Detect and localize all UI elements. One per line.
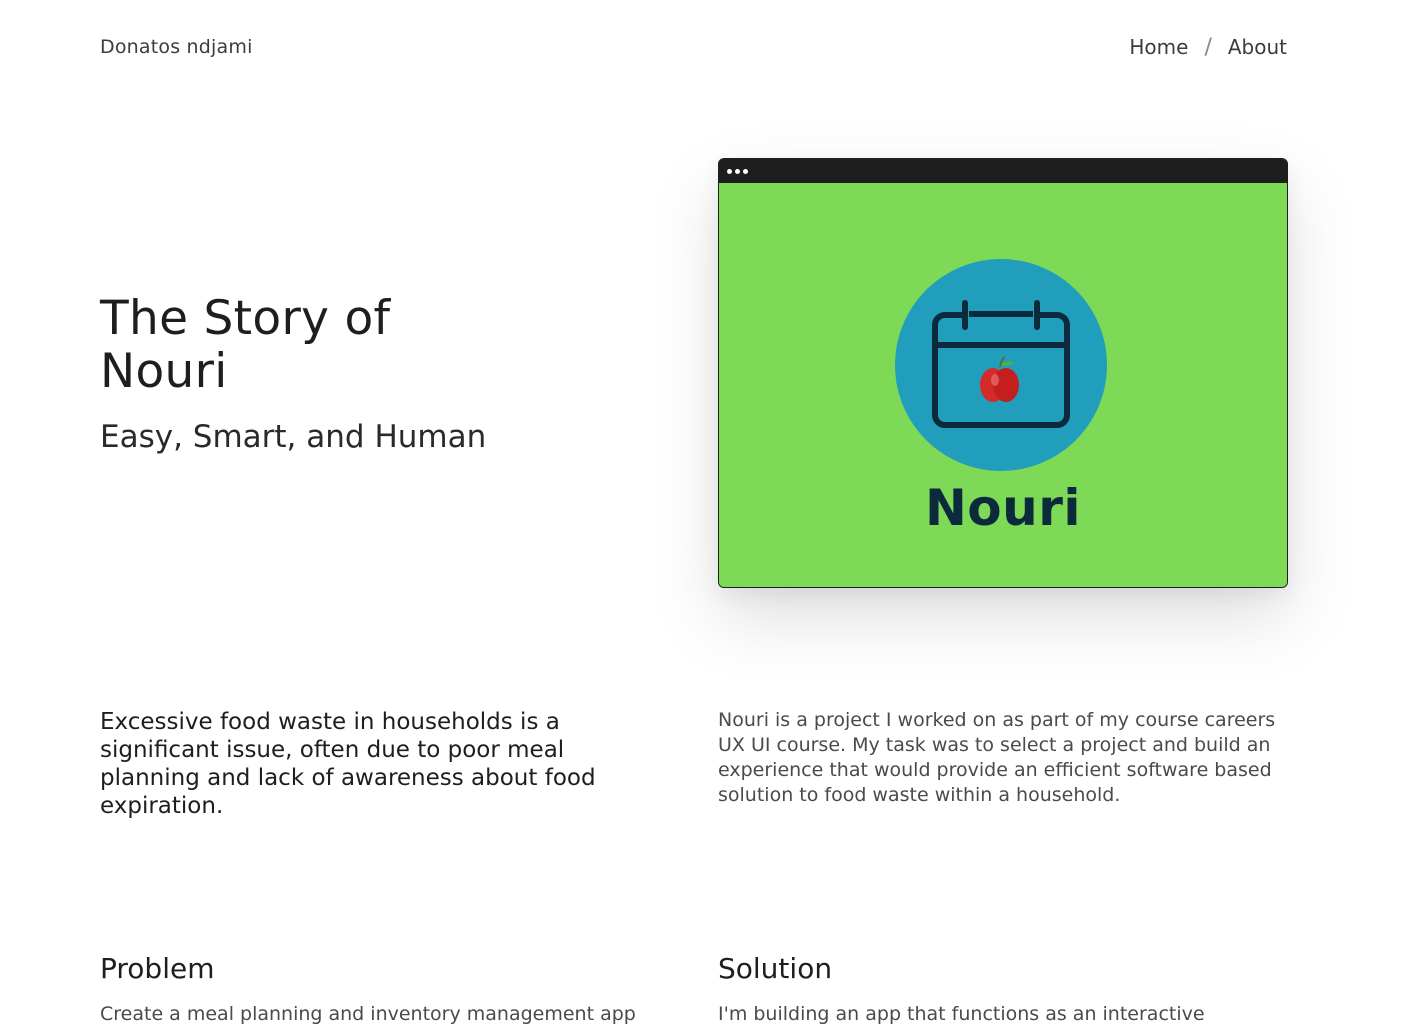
solution-body: I'm building an app that functions as an… bbox=[718, 1003, 1205, 1025]
nav-home-link[interactable]: Home bbox=[1129, 35, 1188, 59]
solution-heading: Solution bbox=[718, 952, 833, 985]
browser-dot-icon bbox=[727, 168, 732, 174]
browser-dot-icon bbox=[743, 168, 748, 174]
hero-image-browser-frame: Nouri bbox=[718, 158, 1288, 588]
page-title-line-2: Nouri bbox=[100, 344, 228, 399]
problem-heading: Problem bbox=[100, 952, 215, 985]
problem-body: Create a meal planning and inventory man… bbox=[100, 1003, 636, 1025]
calendar-apple-icon bbox=[932, 300, 1070, 428]
brand-link[interactable]: Donatos ndjami bbox=[100, 36, 253, 58]
intro-description: Nouri is a project I worked on as part o… bbox=[718, 709, 1276, 806]
nav-about-link[interactable]: About bbox=[1228, 35, 1287, 59]
page-title-line-1: The Story of bbox=[100, 291, 391, 346]
nouri-logo-image: Nouri bbox=[719, 183, 1287, 587]
browser-dot-icon bbox=[735, 168, 740, 174]
hero-text: The Story of Nouri Easy, Smart, and Huma… bbox=[100, 292, 620, 456]
nav-separator: / bbox=[1204, 34, 1212, 60]
browser-title-bar bbox=[719, 159, 1287, 183]
logo-circle bbox=[895, 259, 1107, 471]
page-subtitle: Easy, Smart, and Human bbox=[100, 419, 487, 455]
main-nav: Home / About bbox=[1129, 35, 1287, 60]
logo-wordmark: Nouri bbox=[924, 479, 1082, 537]
site-header: Donatos ndjami Home / About bbox=[100, 33, 1287, 61]
page-title: The Story of Nouri bbox=[100, 292, 620, 398]
intro-statement: Excessive food waste in households is a … bbox=[100, 709, 596, 819]
